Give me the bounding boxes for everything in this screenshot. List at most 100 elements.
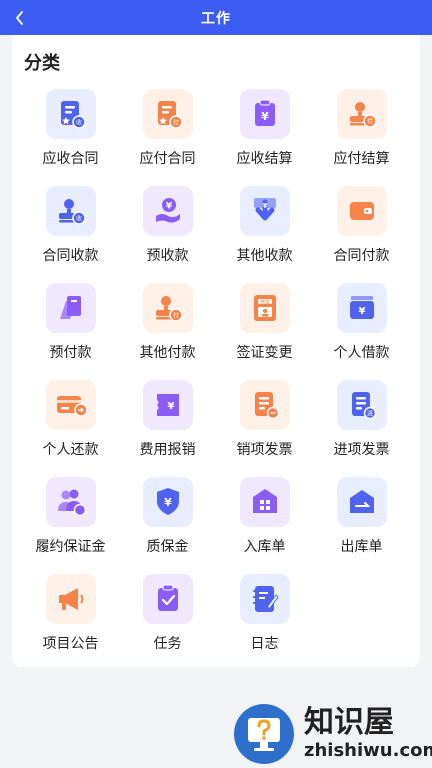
category-item-1[interactable]: 收应收合同 (22, 89, 119, 186)
category-item-icon-tile: 收 (45, 186, 96, 236)
category-item-icon-tile (142, 574, 193, 624)
category-item-17[interactable]: 履约保证金 (22, 477, 119, 574)
category-item-label: 销项发票 (236, 442, 293, 458)
category-item-icon-tile (336, 477, 387, 527)
svg-text:收: 收 (75, 215, 81, 223)
category-item-label: 其他付款 (139, 345, 196, 361)
category-grid: 收应收合同付应付合同 ¥ 应收结算付应付结算收合同收款 ¥ 预收款 ¥ 其他收款 合同付款 预付… (22, 89, 410, 671)
category-item-label: 个人借款 (333, 345, 390, 361)
category-item-label: 预收款 (146, 248, 189, 264)
category-item-icon-tile: ¥ (142, 477, 193, 527)
contract-collection-icon: 收 (58, 199, 86, 225)
category-item-label: 合同收款 (42, 248, 99, 264)
settlement-receivable-icon: ¥ (254, 99, 275, 126)
output-invoice-icon (254, 392, 279, 420)
contract-payable-icon: 付 (157, 101, 183, 129)
category-item-2[interactable]: 付应付合同 (119, 89, 216, 186)
svg-text:进: 进 (366, 409, 372, 417)
page-title: 工作 (201, 10, 231, 27)
category-item-3[interactable]: ¥ 应收结算 (216, 89, 313, 186)
personal-loan-icon: ¥ (349, 296, 374, 319)
svg-text:¥: ¥ (261, 110, 269, 123)
category-item-14[interactable]: ¥ 费用报销 (119, 380, 216, 477)
category-item-label: 预付款 (49, 345, 92, 361)
category-item-6[interactable]: ¥ 预收款 (119, 186, 216, 283)
svg-text:付: 付 (366, 118, 372, 126)
category-item-icon-tile: 进 (336, 380, 387, 430)
other-receipt-icon: ¥ (253, 198, 276, 221)
category-item-label: 个人还款 (42, 442, 99, 458)
category-item-icon-tile (45, 477, 96, 527)
watermark: 知识屋 zhishiwu.com (232, 700, 432, 768)
category-item-11[interactable]: 签证 签证变更 (216, 283, 313, 380)
category-item-13[interactable]: 个人还款 (22, 380, 119, 477)
category-item-label: 应收合同 (42, 151, 99, 167)
category-item-icon-tile (239, 477, 290, 527)
category-item-23[interactable]: 日志 (216, 574, 313, 671)
category-item-icon-tile (45, 380, 96, 430)
category-item-20[interactable]: 出库单 (313, 477, 410, 574)
category-item-8[interactable]: 合同付款 (313, 186, 410, 283)
watermark-url: zhishiwu.com (304, 740, 432, 761)
settlement-payable-icon: 付 (349, 102, 377, 128)
svg-text:¥: ¥ (165, 202, 172, 212)
category-item-10[interactable]: 付其他付款 (119, 283, 216, 380)
expense-reimbursement-icon: ¥ (156, 394, 179, 416)
category-item-icon-tile: ¥ (239, 89, 290, 139)
category-item-16[interactable]: 进进项发票 (313, 380, 410, 477)
svg-text:付: 付 (172, 312, 178, 320)
svg-text:¥: ¥ (167, 401, 174, 412)
category-item-15[interactable]: 销项发票 (216, 380, 313, 477)
category-item-label: 履约保证金 (35, 539, 106, 555)
category-item-9[interactable]: 预付款 (22, 283, 119, 380)
category-item-label: 合同付款 (333, 248, 390, 264)
watermark-name: 知识屋 (304, 705, 394, 740)
task-clipboard-icon (157, 584, 178, 611)
svg-text:付: 付 (172, 119, 178, 127)
category-item-12[interactable]: ¥ 个人借款 (313, 283, 410, 380)
category-item-icon-tile (239, 574, 290, 624)
category-item-18[interactable]: ¥ 质保金 (119, 477, 216, 574)
category-item-icon-tile: ¥ (142, 186, 193, 236)
category-item-5[interactable]: 收合同收款 (22, 186, 119, 283)
category-item-label: 项目公告 (42, 636, 99, 652)
category-item-icon-tile: ¥ (239, 186, 290, 236)
journal-icon (252, 586, 279, 612)
visa-change-icon: 签证 (253, 295, 276, 321)
category-card: 分类 收应收合同付应付合同 ¥ 应收结算付应付结算收合同收款 ¥ 预收款 ¥ 其他收款 合同付… (12, 35, 420, 667)
category-item-21[interactable]: 项目公告 (22, 574, 119, 671)
category-item-icon-tile (45, 574, 96, 624)
category-item-7[interactable]: ¥ 其他收款 (216, 186, 313, 283)
performance-bond-icon (57, 489, 86, 517)
category-item-icon-tile (336, 186, 387, 236)
category-item-label: 进项发票 (333, 442, 390, 458)
category-item-icon-tile (239, 380, 290, 430)
contract-payment-wallet-icon (349, 202, 374, 220)
category-item-4[interactable]: 付应付结算 (313, 89, 410, 186)
warranty-shield-icon: ¥ (156, 488, 179, 515)
category-item-icon-tile: 付 (336, 89, 387, 139)
chevron-left-icon (16, 11, 23, 25)
svg-text:¥: ¥ (164, 496, 172, 509)
other-payment-icon: 付 (155, 296, 183, 322)
category-item-icon-tile (45, 283, 96, 333)
title-bar: 工作 (0, 0, 432, 35)
svg-text:¥: ¥ (262, 202, 267, 210)
category-item-label: 签证变更 (236, 345, 293, 361)
category-item-22[interactable]: 任务 (119, 574, 216, 671)
watermark-logo-icon (234, 704, 294, 764)
section-title: 分类 (24, 53, 60, 74)
category-item-label: 应付结算 (333, 151, 390, 167)
category-item-label: 日志 (250, 636, 279, 652)
svg-text:¥: ¥ (358, 306, 365, 317)
category-item-icon-tile: ¥ (142, 380, 193, 430)
category-item-label: 其他收款 (236, 248, 293, 264)
category-item-19[interactable]: 入库单 (216, 477, 313, 574)
category-item-label: 应收结算 (236, 151, 293, 167)
warehouse-in-icon (252, 489, 277, 513)
category-item-label: 入库单 (243, 539, 286, 555)
personal-repayment-card-icon (56, 396, 88, 417)
category-item-label: 任务 (153, 636, 182, 652)
back-button[interactable] (8, 6, 32, 30)
advance-payment-icon (59, 296, 81, 319)
